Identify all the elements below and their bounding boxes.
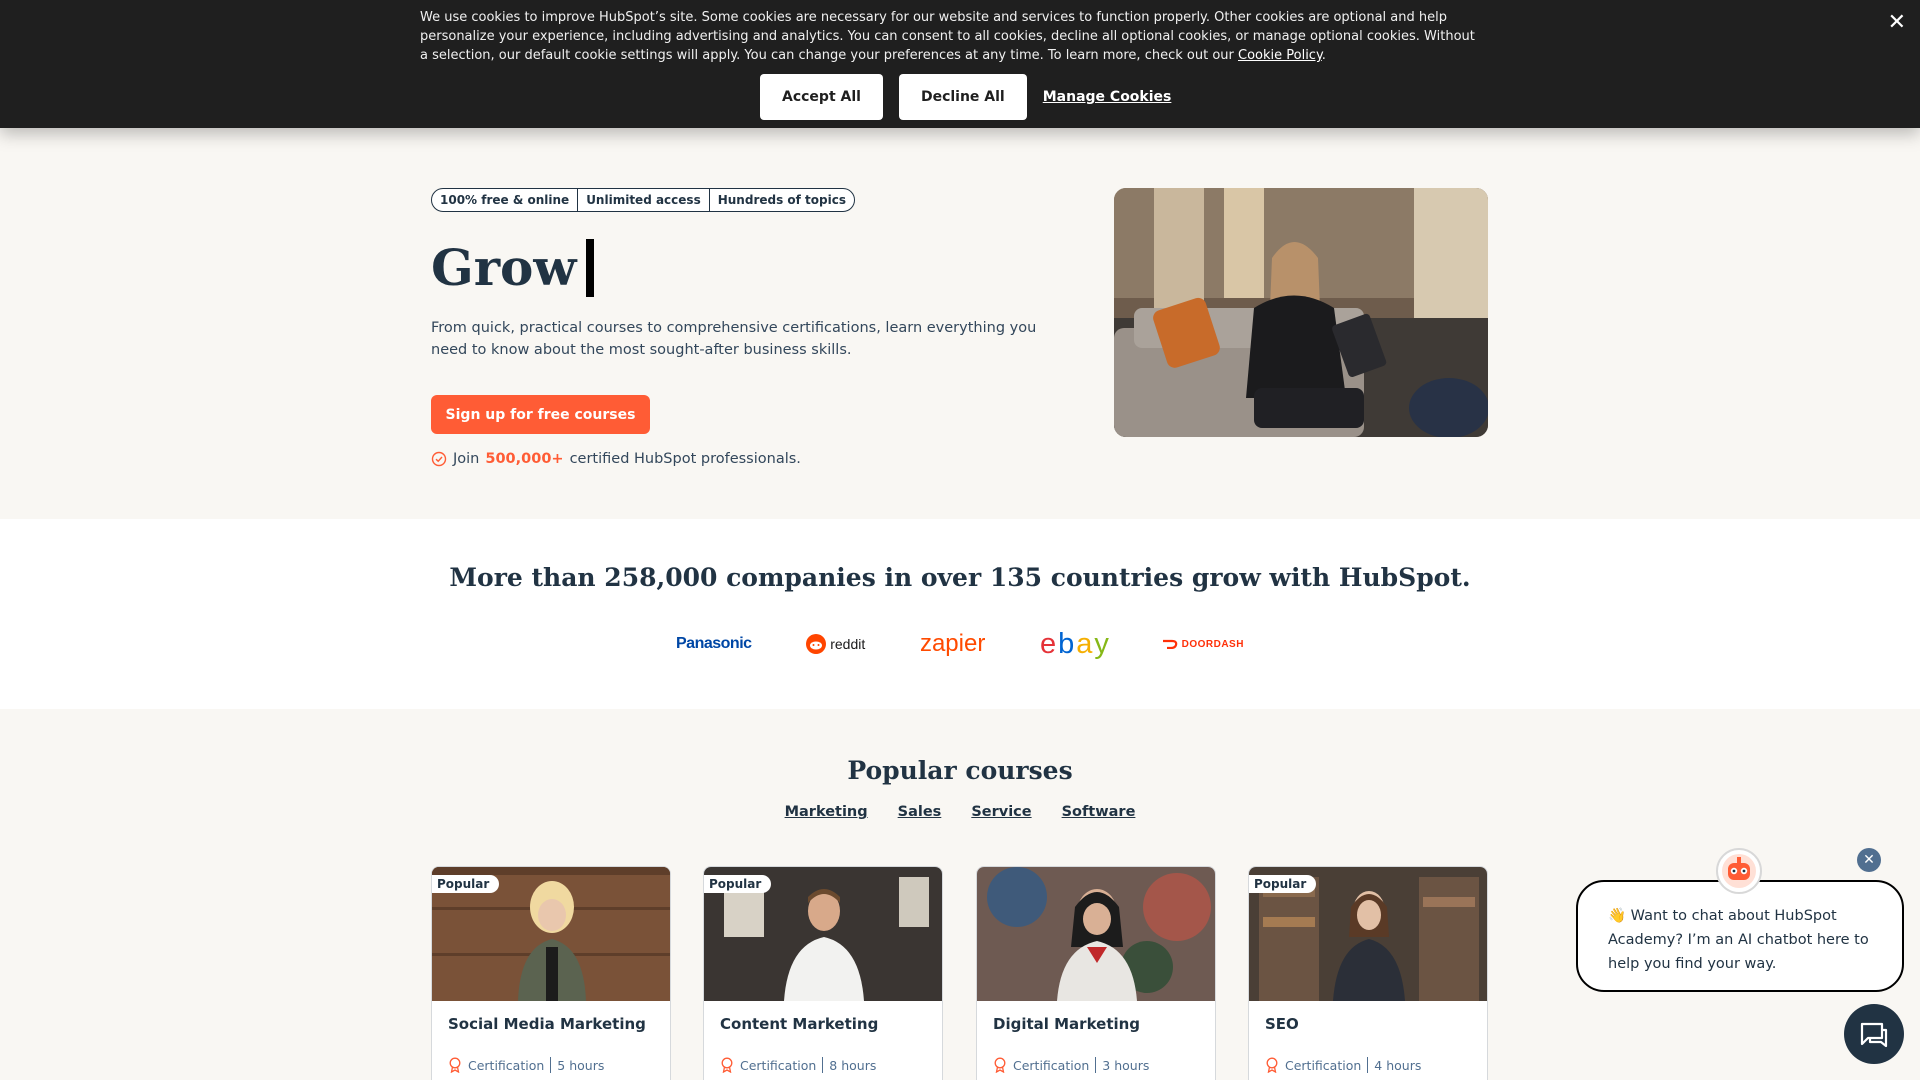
join-prefix: Join <box>453 451 480 467</box>
trust-section: More than 258,000 companies in over 135 … <box>0 519 1920 709</box>
join-suffix: certified HubSpot professionals. <box>569 451 801 467</box>
certificate-icon <box>1266 1057 1278 1073</box>
meta-divider <box>822 1057 824 1073</box>
check-circle-icon <box>431 451 447 467</box>
course-thumbnail <box>977 867 1215 1001</box>
course-meta: Certification 5 hours <box>448 1057 604 1073</box>
badge-topics: Hundreds of topics <box>708 189 854 211</box>
close-icon[interactable]: ✕ <box>1888 10 1906 35</box>
course-card[interactable]: Popular Social Media Marketing Certifica… <box>431 866 671 1080</box>
badge-free: 100% free & online <box>440 193 570 207</box>
course-thumbnail: Popular <box>704 867 942 1001</box>
reddit-icon <box>806 634 827 654</box>
course-card[interactable]: Popular SEO Certification 4 hours <box>1248 866 1488 1080</box>
customer-logos: Panasonic reddit zapier ebay DOORDASH <box>676 626 1244 662</box>
course-type: Certification <box>468 1057 545 1073</box>
doordash-logo: DOORDASH <box>1162 639 1244 650</box>
chat-prompt-bubble[interactable]: 👋 Want to chat about HubSpot Academy? I’… <box>1576 880 1904 992</box>
cookie-actions: Accept All Decline All Manage Cookies <box>760 74 1171 120</box>
courses-title: Popular courses <box>847 756 1073 785</box>
course-meta: Certification 3 hours <box>993 1057 1149 1073</box>
cookie-policy-link[interactable]: Cookie Policy <box>1238 48 1322 63</box>
course-meta: Certification 8 hours <box>720 1057 876 1073</box>
cookie-policy-suffix: . <box>1321 48 1326 63</box>
zapier-logo: zapier <box>920 630 985 658</box>
popular-badge: Popular <box>432 875 500 893</box>
tab-marketing[interactable]: Marketing <box>785 804 868 820</box>
zapier-logo-text: zapier <box>919 630 986 657</box>
manage-cookies-link[interactable]: Manage Cookies <box>1043 89 1172 105</box>
hero-photo <box>1114 188 1488 437</box>
cookie-banner: We use cookies to improve HubSpot’s site… <box>0 0 1920 128</box>
typing-caret <box>586 238 595 297</box>
course-type: Certification <box>740 1057 817 1073</box>
join-line: Join 500,000+ certified HubSpot professi… <box>431 451 801 467</box>
decline-all-button[interactable]: Decline All <box>898 74 1027 120</box>
popular-badge: Popular <box>704 875 772 893</box>
certificate-icon <box>994 1057 1006 1073</box>
chat-close-button[interactable]: ✕ <box>1857 848 1881 872</box>
cookie-notice-text: We use cookies to improve HubSpot’s site… <box>420 8 1480 65</box>
course-duration: 4 hours <box>1374 1057 1422 1073</box>
meta-divider <box>1367 1057 1369 1073</box>
course-title: SEO <box>1265 1015 1299 1033</box>
ebay-logo: ebay <box>1040 627 1109 660</box>
course-title: Content Marketing <box>720 1015 879 1033</box>
meta-divider <box>550 1057 552 1073</box>
signup-button[interactable]: Sign up for free courses <box>431 395 650 434</box>
robot-icon <box>1722 854 1756 888</box>
tab-sales[interactable]: Sales <box>898 804 942 820</box>
course-title: Social Media Marketing <box>448 1015 646 1033</box>
meta-divider <box>1095 1057 1097 1073</box>
course-title: Digital Marketing <box>993 1015 1141 1033</box>
course-duration: 8 hours <box>829 1057 877 1073</box>
chat-prompt-text: 👋 Want to chat about HubSpot Academy? I’… <box>1608 908 1869 972</box>
accept-all-button[interactable]: Accept All <box>760 74 883 120</box>
course-type: Certification <box>1285 1057 1362 1073</box>
course-card[interactable]: Digital Marketing Certification 3 hours <box>976 866 1216 1080</box>
course-type: Certification <box>1013 1057 1090 1073</box>
course-thumbnail: Popular <box>1249 867 1487 1001</box>
course-meta: Certification 4 hours <box>1265 1057 1421 1073</box>
course-duration: 5 hours <box>557 1057 605 1073</box>
chat-launcher-button[interactable] <box>1844 1004 1904 1064</box>
certificate-icon <box>449 1057 461 1073</box>
tab-software[interactable]: Software <box>1062 804 1136 820</box>
course-duration: 3 hours <box>1102 1057 1150 1073</box>
chat-icon <box>1860 1022 1888 1048</box>
course-tabs: Marketing Sales Service Software <box>0 804 1920 820</box>
doordash-logo-text: DOORDASH <box>1181 638 1244 650</box>
course-card[interactable]: Popular Content Marketing Certification … <box>703 866 943 1080</box>
tab-service[interactable]: Service <box>971 804 1031 820</box>
popular-badge: Popular <box>1249 875 1317 893</box>
course-thumbnail: Popular <box>432 867 670 1001</box>
badge-unlimited: Unlimited access <box>577 189 709 211</box>
chatbot-avatar <box>1716 848 1762 894</box>
panasonic-logo-text: Panasonic <box>676 635 752 652</box>
join-count: 500,000+ <box>485 451 564 467</box>
trust-title: More than 258,000 companies in over 135 … <box>449 563 1471 592</box>
hero-section: 100% free & online Unlimited access Hund… <box>0 128 1920 519</box>
hero-title: Grow <box>431 238 595 297</box>
hero-title-text: Grow <box>431 238 577 297</box>
feature-badges: 100% free & online Unlimited access Hund… <box>431 188 855 212</box>
hero-description: From quick, practical courses to compreh… <box>431 320 1037 358</box>
doordash-icon <box>1162 639 1177 649</box>
reddit-logo-text: reddit <box>830 636 866 652</box>
reddit-logo: reddit <box>806 634 865 654</box>
certificate-icon <box>721 1057 733 1073</box>
panasonic-logo: Panasonic <box>676 635 752 653</box>
